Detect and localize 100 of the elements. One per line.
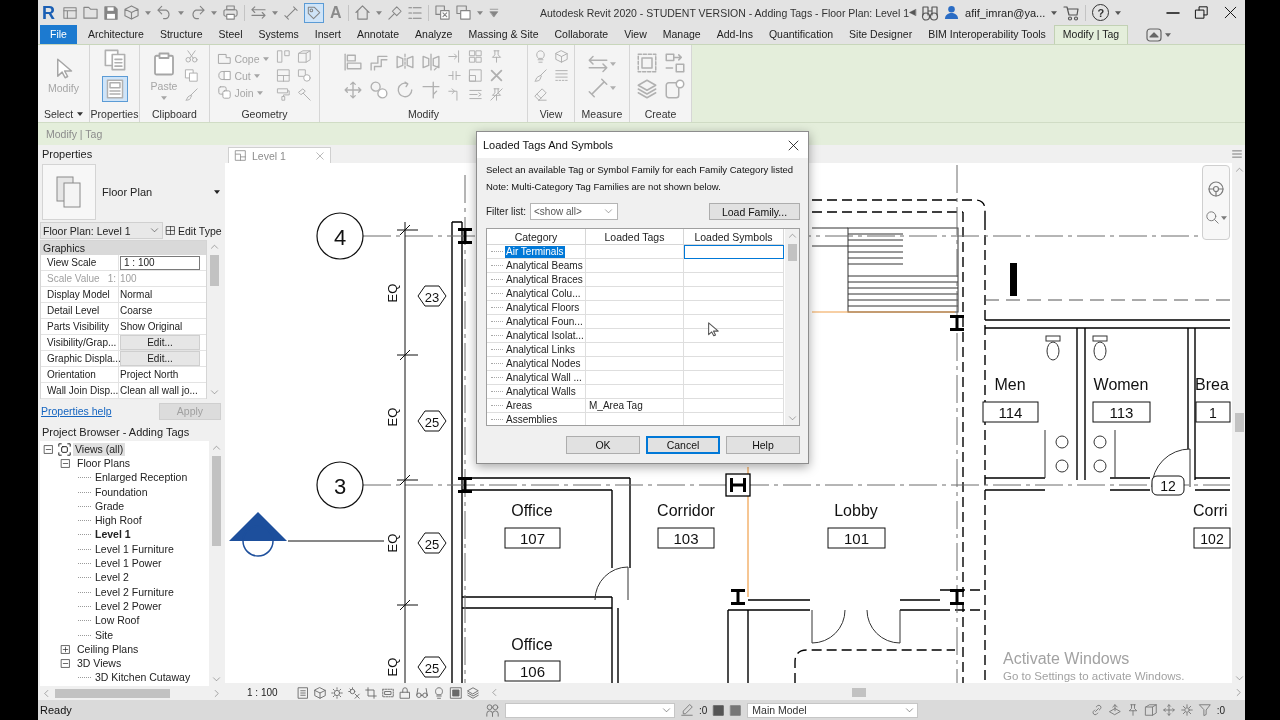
table-cell[interactable] xyxy=(684,301,784,315)
tree-item[interactable]: Enlarged Reception xyxy=(93,471,190,485)
chevron-down-icon[interactable] xyxy=(1235,675,1243,682)
cart-icon[interactable] xyxy=(1063,4,1080,21)
sun-icon[interactable] xyxy=(330,686,343,699)
tag-icon[interactable] xyxy=(304,2,324,23)
file-tab[interactable]: File xyxy=(40,25,77,44)
ribbon-tab[interactable]: Analyze xyxy=(407,25,461,44)
scissors-icon[interactable] xyxy=(185,50,199,63)
table-cell[interactable]: Analytical Beams xyxy=(505,259,584,272)
chevron-left-icon[interactable] xyxy=(43,689,50,697)
page-icon[interactable] xyxy=(296,686,309,699)
table-cell[interactable] xyxy=(684,343,784,357)
ribbon-tab[interactable]: BIM Interoperability Tools xyxy=(920,25,1054,44)
chevron-up-icon[interactable] xyxy=(210,243,218,250)
save-icon[interactable] xyxy=(104,5,118,20)
table-cell[interactable] xyxy=(684,371,784,385)
ribbon-tab[interactable]: View xyxy=(616,25,655,44)
ribbon-tab[interactable]: Structure xyxy=(151,25,211,44)
house-icon[interactable] xyxy=(354,5,370,20)
app-logo[interactable]: R xyxy=(42,2,55,23)
table-cell[interactable] xyxy=(586,385,684,399)
minimize-icon[interactable] xyxy=(1167,11,1180,14)
binoculars-icon[interactable] xyxy=(922,4,939,21)
dialog-button[interactable]: OK xyxy=(566,436,640,454)
scroll-thumb[interactable] xyxy=(787,244,797,261)
edit-button[interactable]: Edit... xyxy=(120,351,200,366)
ribbon-tab[interactable]: Massing & Site xyxy=(460,25,547,44)
trim-icon[interactable] xyxy=(422,80,440,99)
table-cell[interactable]: Air Terminals xyxy=(505,245,565,258)
line-list-icon[interactable] xyxy=(469,88,482,101)
split-face-icon[interactable] xyxy=(276,69,290,82)
table-cell[interactable]: Analytical Floors xyxy=(505,301,581,314)
tree-item[interactable]: Ceiling Plans xyxy=(75,642,141,656)
table-cell[interactable] xyxy=(586,343,684,357)
group-header[interactable]: Graphics xyxy=(41,241,206,255)
triangle-left-icon[interactable] xyxy=(909,9,917,16)
mirror-line-icon[interactable] xyxy=(422,52,440,71)
dialog-button[interactable]: Cancel xyxy=(646,436,720,454)
pin-icon[interactable] xyxy=(490,50,503,63)
hammer-icon[interactable] xyxy=(297,88,311,101)
plan-view-icon[interactable] xyxy=(235,150,246,161)
paint-roller-icon[interactable] xyxy=(276,88,290,101)
unpin-icon[interactable] xyxy=(490,88,503,101)
help-link[interactable]: Properties help xyxy=(41,405,112,417)
join-small-icon[interactable] xyxy=(297,69,311,82)
cube-icon[interactable] xyxy=(313,686,326,699)
paintbrush-icon[interactable] xyxy=(534,69,547,82)
dialog-button[interactable]: Help xyxy=(726,436,800,454)
filter-dropdown[interactable]: <show all> xyxy=(530,203,618,220)
layers-icon[interactable] xyxy=(466,686,479,699)
tree-item[interactable]: Floor Plans xyxy=(75,456,133,470)
mirror-icon[interactable] xyxy=(396,52,414,71)
chevron-up-icon[interactable] xyxy=(788,232,796,239)
sun-cross-icon[interactable] xyxy=(347,686,360,699)
chevron-left-icon[interactable] xyxy=(490,689,498,696)
table-cell[interactable]: Assemblies xyxy=(505,413,559,425)
instance-dropdown[interactable]: Floor Plan: Level 1 xyxy=(40,222,163,239)
rotate-icon[interactable] xyxy=(396,80,414,99)
pin-icon[interactable] xyxy=(1126,704,1139,716)
ribbon-tab[interactable]: Systems xyxy=(250,25,307,44)
tree-item[interactable]: Foundation xyxy=(93,485,150,499)
column-header[interactable]: Category xyxy=(487,229,586,245)
cube-icon[interactable] xyxy=(124,5,139,20)
measure-icon[interactable] xyxy=(251,5,266,20)
measure-icon[interactable] xyxy=(588,53,608,74)
glasses-icon[interactable] xyxy=(415,686,428,699)
layers-icon[interactable] xyxy=(636,78,657,99)
frame-icon[interactable] xyxy=(449,686,462,699)
table-cell[interactable]: Analytical Wall ... xyxy=(505,371,583,384)
square-icon[interactable] xyxy=(730,704,742,716)
edit-button[interactable]: Edit... xyxy=(120,335,200,350)
document-tab[interactable]: Level 1 xyxy=(228,147,331,163)
table-cell[interactable] xyxy=(586,329,684,343)
table-cell[interactable] xyxy=(684,245,784,259)
tree-item[interactable]: Level 1 xyxy=(93,528,133,542)
wheel-icon[interactable] xyxy=(1208,180,1224,197)
scale-icon[interactable] xyxy=(469,69,482,82)
gear-icon[interactable] xyxy=(1180,704,1193,716)
tree-item[interactable]: Level 1 Power xyxy=(93,557,164,570)
extend-corner-icon[interactable] xyxy=(448,88,461,101)
table-cell[interactable] xyxy=(586,357,684,371)
filter-icon[interactable] xyxy=(1198,704,1211,716)
folder-icon[interactable] xyxy=(83,5,98,20)
table-cell[interactable]: Analytical Foun... xyxy=(505,315,584,328)
collapse-icon[interactable] xyxy=(61,659,70,669)
chevron-down-icon[interactable] xyxy=(906,706,914,714)
expand-icon[interactable] xyxy=(61,644,70,654)
ribbon-tab[interactable]: Modify | Tag xyxy=(1053,25,1129,44)
tree-item[interactable]: 3D Kitchen Cutaway xyxy=(93,671,193,685)
scroll-thumb[interactable] xyxy=(209,255,219,286)
edit-type-icon[interactable] xyxy=(166,226,175,235)
assembly-icon[interactable] xyxy=(664,78,685,99)
tree-item[interactable]: 3D Views xyxy=(75,657,124,671)
table-cell[interactable]: Analytical Nodes xyxy=(505,357,582,370)
chevron-down-icon[interactable] xyxy=(210,389,218,396)
array-icon[interactable] xyxy=(469,50,482,63)
copy-circles-icon[interactable] xyxy=(370,80,388,99)
windows-icon[interactable] xyxy=(455,5,471,20)
load-family-button[interactable]: Load Family... xyxy=(709,203,800,220)
